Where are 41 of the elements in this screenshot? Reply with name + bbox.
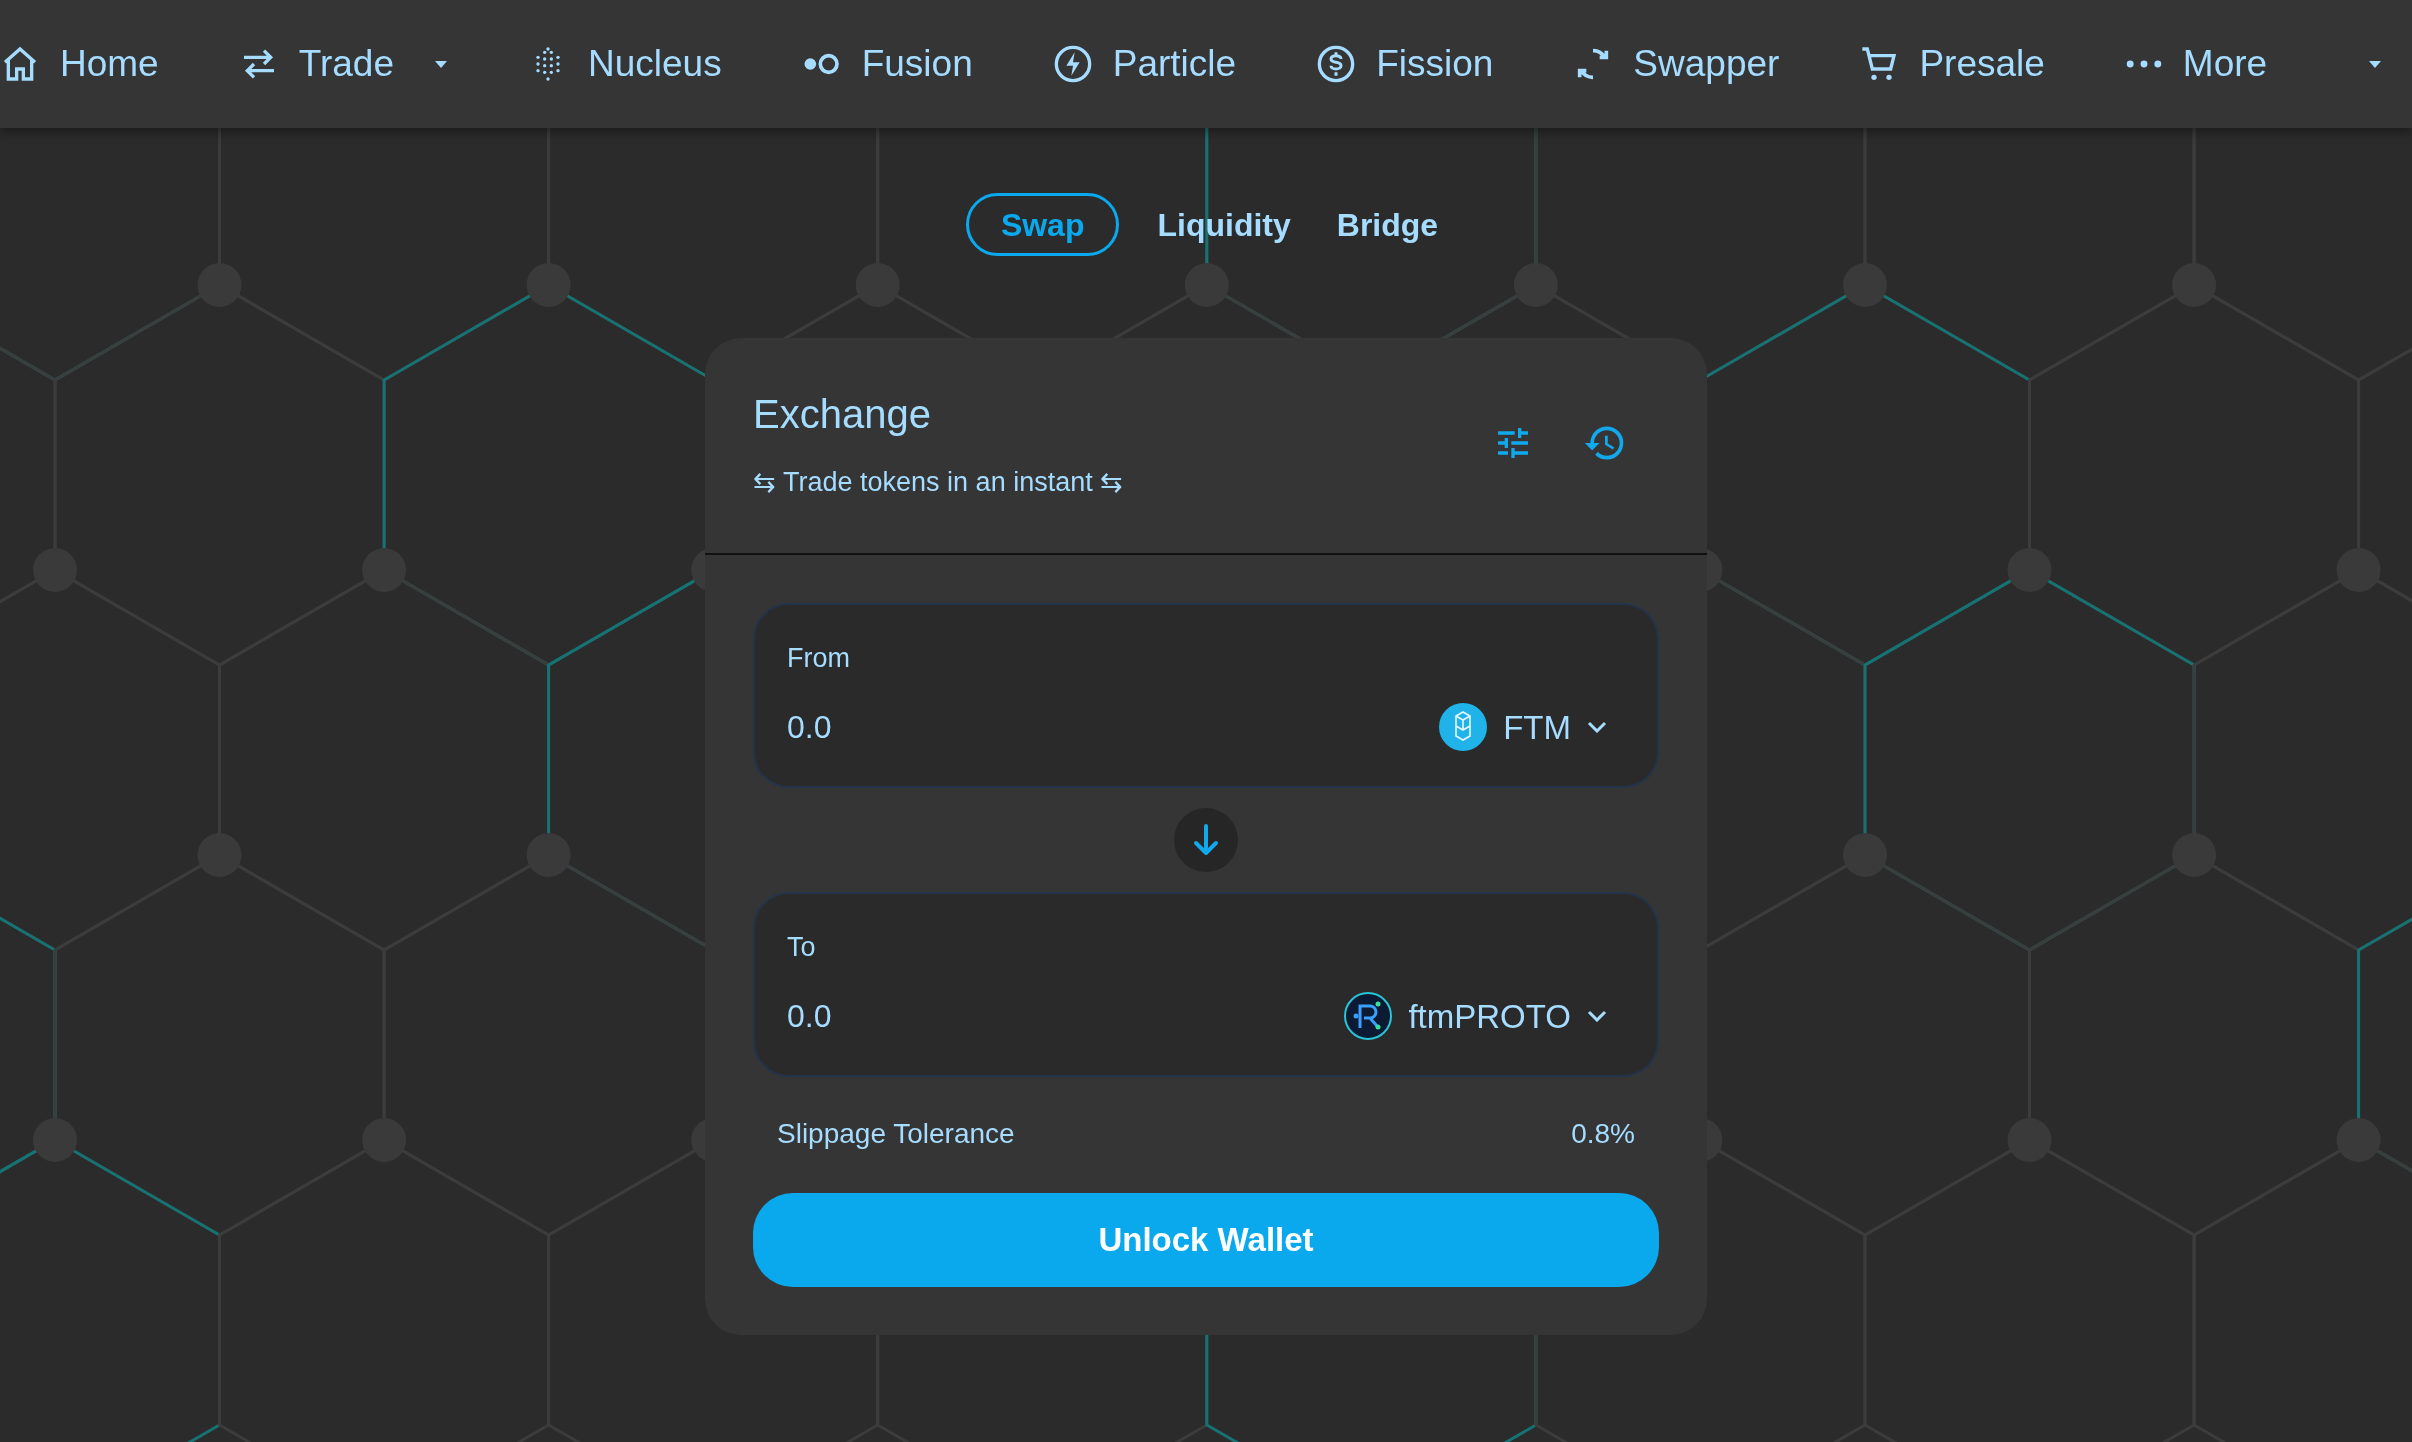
- nav-link[interactable]: Home: [0, 36, 159, 92]
- tab[interactable]: Swap: [965, 193, 1120, 256]
- token-logo-icon: [1344, 992, 1393, 1041]
- nav-link[interactable]: Nucleus: [528, 36, 722, 92]
- arrow-down-button[interactable]: [1174, 807, 1238, 872]
- amount-input-field[interactable]: 0.0: [787, 992, 1187, 1041]
- nav-link[interactable]: Swapper: [1573, 36, 1780, 92]
- chevron-down-icon: [1587, 1010, 1607, 1023]
- dropdown-caret-icon[interactable]: [434, 59, 448, 69]
- node-dot: [2336, 1118, 2381, 1162]
- token-select-button[interactable]: FTM: [1439, 702, 1625, 752]
- nav-link[interactable]: Trade: [238, 36, 394, 92]
- nav-link[interactable]: Particle: [1052, 36, 1237, 92]
- node-dot: [2172, 833, 2217, 877]
- tab[interactable]: Liquidity: [1149, 193, 1299, 256]
- tab[interactable]: Bridge: [1328, 193, 1447, 256]
- nav-link[interactable]: Fusion: [801, 36, 973, 92]
- node-dot: [1843, 263, 1887, 307]
- dropdown-caret-icon[interactable]: [2368, 59, 2382, 69]
- dollar-circle-icon: [1316, 44, 1357, 84]
- token-select-button[interactable]: ftmPROTO: [1344, 991, 1625, 1041]
- nav-link[interactable]: More: [2124, 36, 2268, 92]
- nav-link[interactable]: Fission: [1316, 36, 1494, 92]
- token-logo-icon: [1439, 703, 1488, 752]
- node-dot: [33, 1118, 77, 1162]
- card-title: Exchange: [753, 391, 932, 438]
- amount-input-field[interactable]: 0.0: [787, 703, 1187, 752]
- field-label: From: [787, 642, 851, 675]
- slippage-label: Slippage Tolerance: [777, 1116, 1015, 1151]
- field-label: To: [787, 931, 817, 964]
- node-dot: [526, 263, 571, 307]
- card-subtitle: ⇆ Trade tokens in an instant ⇆: [753, 466, 1124, 499]
- chevron-down-icon: [1587, 721, 1607, 734]
- more-dots-icon: [2124, 58, 2163, 70]
- nav-link[interactable]: Presale: [1859, 36, 2045, 92]
- node-dot: [526, 833, 571, 877]
- slippage-value: 0.8%: [1571, 1116, 1635, 1151]
- node-dot: [1843, 833, 1887, 877]
- node-dot: [2007, 548, 2052, 592]
- lightning-circle-icon: [1052, 44, 1093, 84]
- node-dot: [362, 548, 407, 592]
